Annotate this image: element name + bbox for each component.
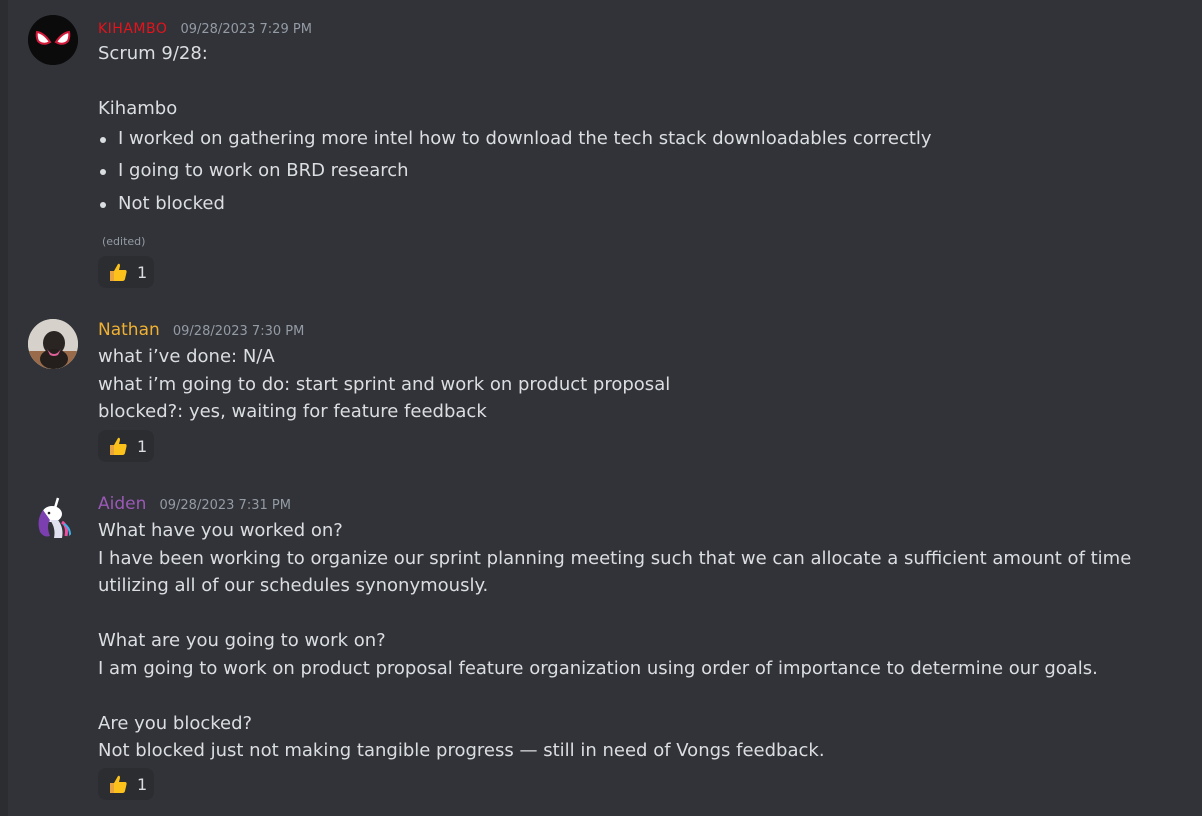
unicorn-icon (38, 497, 72, 539)
list-item: Not blocked (98, 188, 1172, 221)
list-item: I worked on gathering more intel how to … (98, 123, 1172, 156)
message-content: What have you worked on? I have been wor… (98, 517, 1172, 765)
message-line: Not blocked just not making tangible pro… (98, 740, 825, 761)
avatar[interactable] (28, 492, 78, 542)
message-line: What have you worked on? (98, 520, 343, 541)
spider-mask-icon (28, 15, 78, 65)
avatar[interactable] (28, 15, 78, 65)
avatar[interactable] (28, 319, 78, 369)
username[interactable]: KIHAMBO (98, 21, 167, 37)
message-content: what i’ve done: N/A what i’m going to do… (98, 343, 1172, 426)
message-line: Are you blocked? (98, 712, 253, 734)
thumbs-up-icon (107, 435, 129, 457)
reaction-count: 1 (137, 774, 148, 794)
left-edge (0, 0, 8, 816)
username[interactable]: Nathan (98, 320, 160, 340)
message-line: what i’ve done: N/A (98, 346, 275, 367)
message-line: What are you going to work on? (98, 630, 386, 651)
timestamp: 09/28/2023 7:29 PM (180, 22, 312, 37)
reaction-button[interactable]: 1 (98, 430, 154, 462)
message-line: what i’m going to do: start sprint and w… (98, 373, 671, 395)
username[interactable]: Aiden (98, 494, 146, 514)
message-line: I have been working to organize our spri… (98, 547, 1132, 597)
reaction-count: 1 (137, 436, 148, 456)
timestamp: 09/28/2023 7:31 PM (159, 498, 291, 513)
thumbs-up-icon (107, 261, 129, 283)
message-line: blocked?: yes, waiting for feature feedb… (98, 401, 487, 422)
edited-label: (edited) (102, 235, 146, 248)
message-line: Kihambo (98, 98, 178, 119)
reaction-count: 1 (137, 262, 148, 282)
dog-photo-icon (28, 319, 78, 369)
message-line: I am going to work on product proposal f… (98, 657, 1098, 679)
reaction-button[interactable]: 1 (98, 768, 154, 800)
reaction-button[interactable]: 1 (98, 256, 154, 288)
message-content: Scrum 9/28: Kihambo I worked on gatherin… (98, 40, 1172, 220)
timestamp: 09/28/2023 7:30 PM (172, 324, 305, 339)
thumbs-up-icon (107, 773, 129, 795)
bullet-list: I worked on gathering more intel how to … (98, 123, 1172, 221)
list-item: I going to work on BRD research (98, 155, 1172, 188)
message-line: Scrum 9/28: (98, 43, 208, 64)
